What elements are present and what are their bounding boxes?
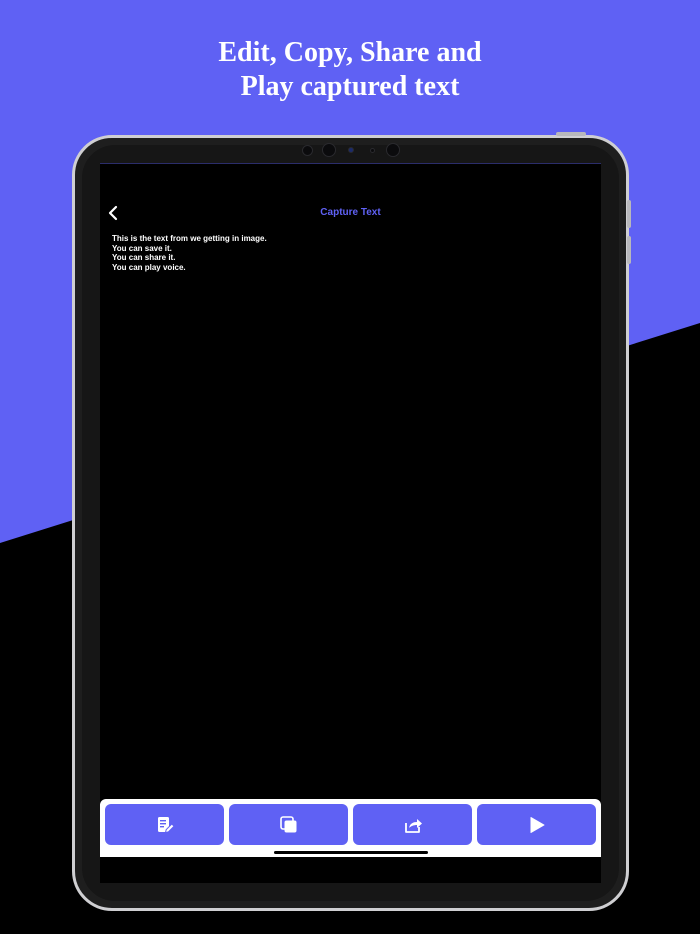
sensor-icon: [370, 148, 375, 153]
share-icon: [404, 818, 422, 833]
share-button[interactable]: [353, 804, 472, 845]
edit-button[interactable]: [105, 804, 224, 845]
status-divider: [100, 163, 601, 164]
play-button[interactable]: [477, 804, 596, 845]
captured-text-line: You can save it.: [112, 243, 172, 253]
volume-button: [627, 236, 631, 264]
play-icon: [530, 816, 544, 833]
edit-document-icon: [157, 816, 175, 833]
volume-button: [627, 200, 631, 228]
camera-icon: [302, 145, 313, 156]
captured-text-line: This is the text from we getting in imag…: [112, 234, 267, 243]
captured-text-line: You can play voice.: [112, 262, 186, 272]
camera-icon: [386, 143, 400, 157]
headline: Edit, Copy, Share and Play captured text: [0, 36, 700, 104]
page-title: Capture Text: [320, 207, 381, 218]
captured-text-line: You can share it.: [112, 253, 176, 262]
headline-line-1: Edit, Copy, Share and: [218, 37, 482, 68]
sensor-icon: [348, 147, 354, 153]
headline-line-2: Play captured text: [240, 71, 460, 102]
copy-button[interactable]: [229, 804, 348, 845]
camera-icon: [322, 143, 336, 157]
home-indicator[interactable]: [274, 851, 428, 854]
power-button: [556, 132, 586, 136]
captured-text-area[interactable]: This is the text from we getting in imag…: [112, 234, 582, 272]
copy-icon: [279, 815, 296, 832]
action-toolbar: [100, 799, 601, 857]
app-screen: Capture Text This is the text from we ge…: [100, 163, 601, 883]
